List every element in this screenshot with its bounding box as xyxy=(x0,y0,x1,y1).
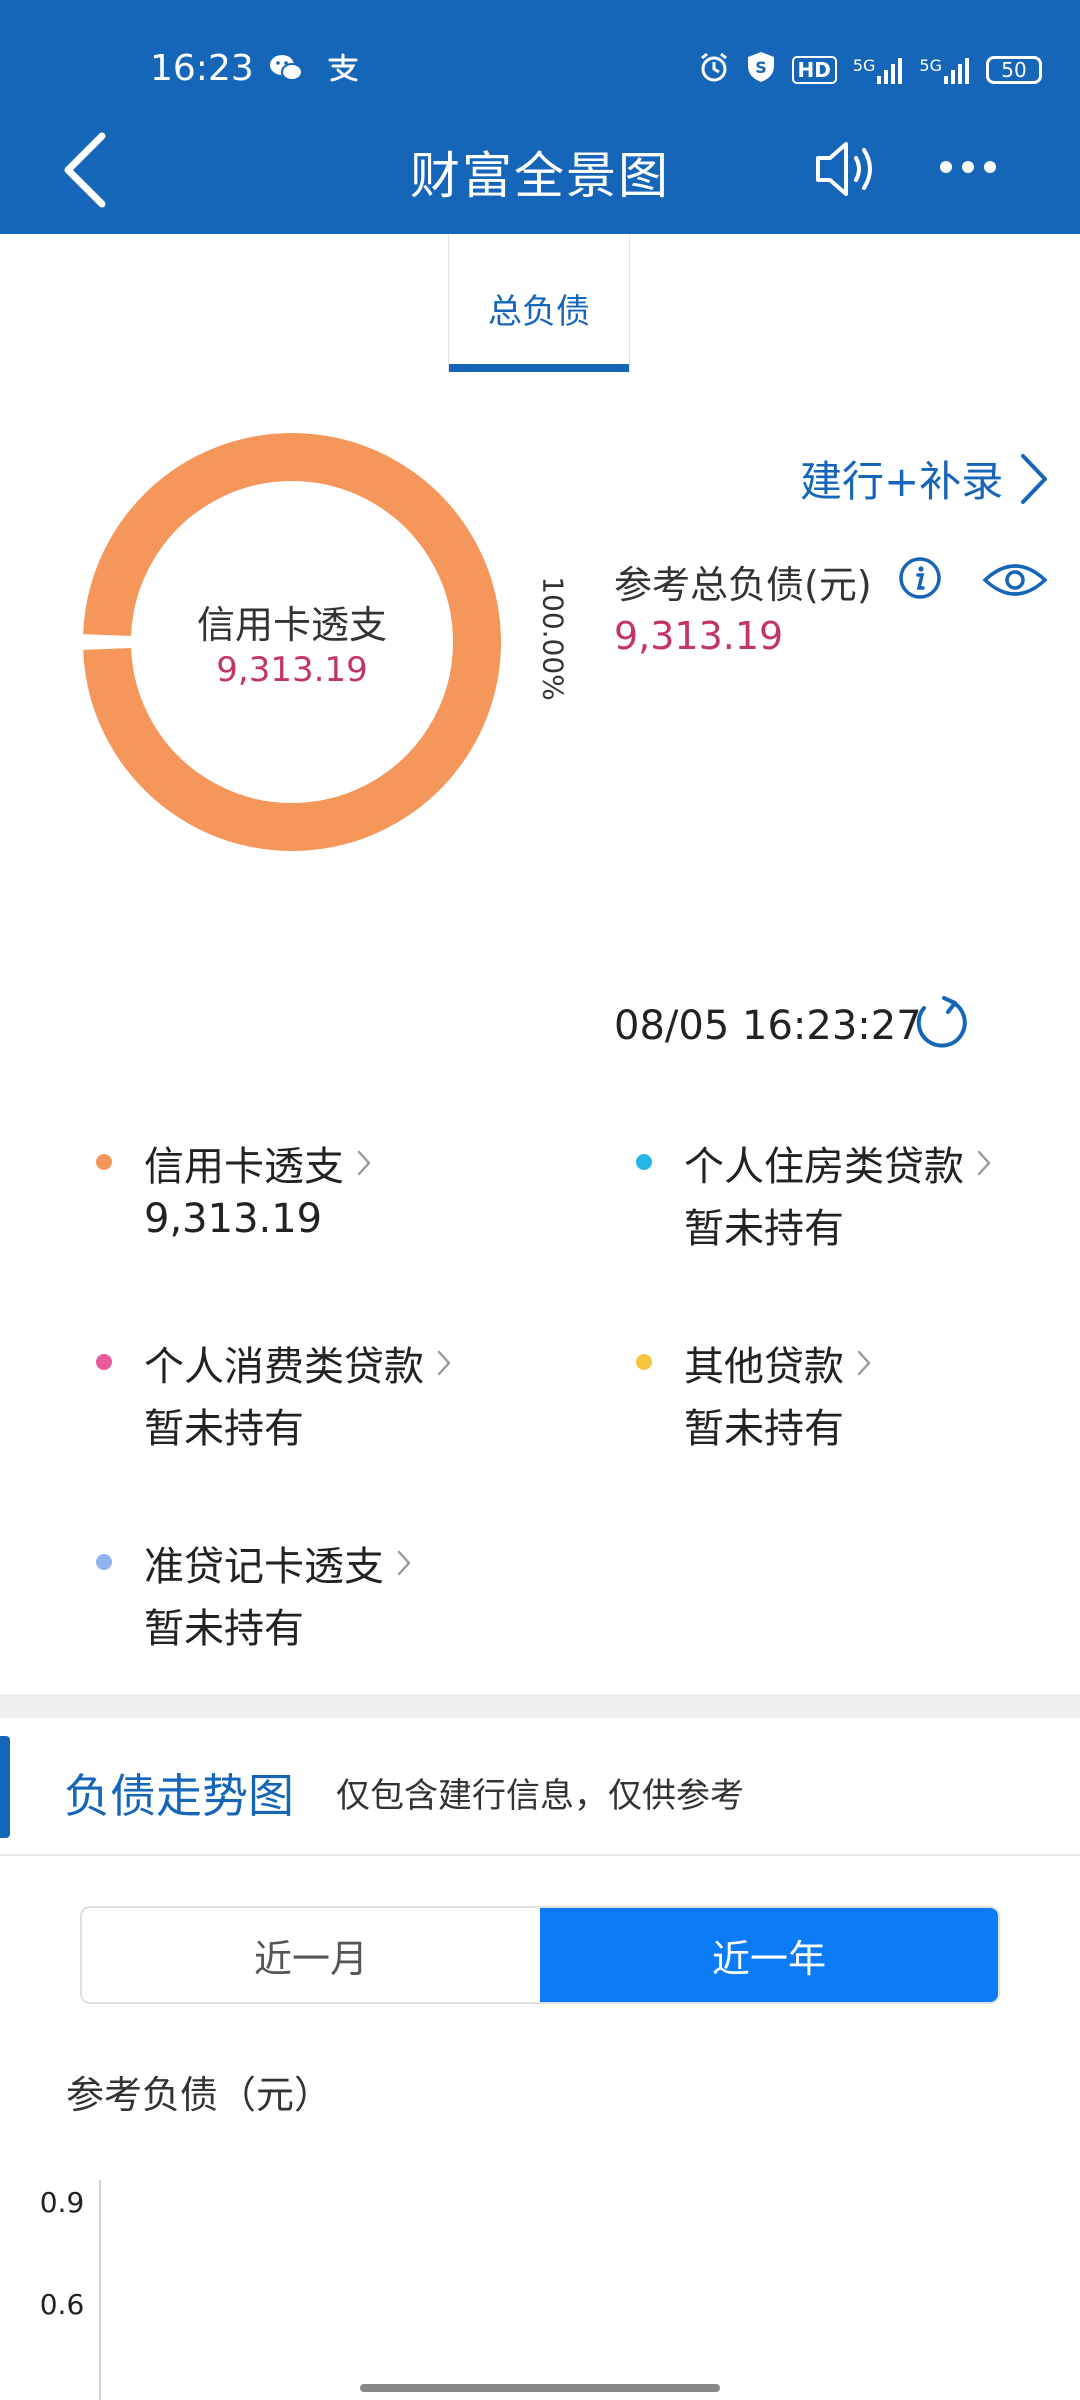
y-tick-label: 0.9 xyxy=(40,2186,85,2219)
legend-dot xyxy=(636,1354,652,1370)
supplement-link[interactable]: 建行+补录 xyxy=(800,448,1051,509)
chevron-right-icon xyxy=(397,1550,411,1576)
hd-icon: HD xyxy=(791,56,837,84)
category-value: 暂未持有 xyxy=(144,1606,304,1652)
category-name: 信用卡透支 xyxy=(144,1134,372,1192)
tab-indicator xyxy=(449,364,629,372)
shield-icon: S xyxy=(746,50,776,90)
category-value: 暂未持有 xyxy=(144,1406,304,1452)
donut-percent-label: 100.00% xyxy=(536,576,570,701)
eye-icon[interactable] xyxy=(982,560,1048,600)
speaker-icon xyxy=(816,142,872,196)
dot-icon xyxy=(984,161,996,173)
category-value: 暂未持有 xyxy=(684,1206,844,1252)
period-option-year[interactable]: 近一年 xyxy=(540,1908,998,2002)
category-name-text: 准贷记卡透支 xyxy=(144,1544,384,1590)
signal-5g-icon: 5G xyxy=(919,56,970,84)
update-timestamp: 08/05 16:23:27 xyxy=(614,1003,922,1049)
page-title: 财富全景图 xyxy=(410,147,670,205)
legend-dot xyxy=(636,1154,652,1170)
divider xyxy=(0,1854,1080,1856)
dot-icon xyxy=(940,161,952,173)
tab-total-liabilities[interactable]: 总负债 xyxy=(448,234,630,372)
chevron-right-icon xyxy=(1021,453,1048,504)
category-name-text: 信用卡透支 xyxy=(144,1144,344,1190)
period-option-month[interactable]: 近一月 xyxy=(82,1908,540,2002)
chevron-right-icon xyxy=(357,1150,371,1176)
signal-5g-icon: 5G xyxy=(853,56,904,84)
donut-center-value: 9,313.19 xyxy=(216,650,368,690)
trend-title: 负债走势图 xyxy=(64,1769,294,1823)
status-time: 16:23 xyxy=(150,48,254,89)
status-indicators: S HD 5G 5G 50 xyxy=(698,50,1042,90)
alipay-icon xyxy=(326,52,360,92)
category-value: 暂未持有 xyxy=(684,1406,844,1452)
y-tick-label: 0.6 xyxy=(40,2288,85,2321)
total-liabilities-value: 9,313.19 xyxy=(614,614,784,658)
more-button[interactable] xyxy=(940,150,1000,184)
chevron-right-icon xyxy=(437,1350,451,1376)
info-icon[interactable] xyxy=(898,556,942,600)
trend-chart: 0.9 0.6 xyxy=(40,2180,101,2400)
status-app-icons xyxy=(268,52,360,92)
donut-center-label: 信用卡透支 xyxy=(196,603,387,647)
svg-text:S: S xyxy=(755,58,767,77)
category-name: 准贷记卡透支 xyxy=(144,1534,412,1592)
refresh-icon[interactable] xyxy=(912,994,970,1052)
category-name-text: 其他贷款 xyxy=(684,1344,844,1390)
category-name: 个人消费类贷款 xyxy=(144,1334,452,1392)
period-selector: 近一月 近一年 xyxy=(80,1906,1000,2004)
total-liabilities-label: 参考总负债(元) xyxy=(614,563,872,607)
app-header: 16:23 S HD 5G 5G 50 财富全景图 xyxy=(0,0,1080,234)
wechat-icon xyxy=(268,52,304,92)
alarm-icon xyxy=(698,51,730,89)
legend-dot xyxy=(96,1554,112,1570)
section-divider xyxy=(0,1694,1080,1718)
section-accent xyxy=(0,1736,10,1838)
trend-note: 仅包含建行信息，仅供参考 xyxy=(336,1776,744,1816)
category-value: 9,313.19 xyxy=(144,1196,323,1242)
category-name-text: 个人住房类贷款 xyxy=(684,1144,964,1190)
speaker-button[interactable] xyxy=(812,132,886,206)
supplement-link-label: 建行+补录 xyxy=(800,457,1004,506)
legend-dot xyxy=(96,1354,112,1370)
tab-label: 总负债 xyxy=(488,292,590,332)
dot-icon xyxy=(962,161,974,173)
category-name: 其他贷款 xyxy=(684,1334,872,1392)
chevron-right-icon xyxy=(977,1150,991,1176)
category-name: 个人住房类贷款 xyxy=(684,1134,992,1192)
legend-dot xyxy=(96,1154,112,1170)
home-indicator[interactable] xyxy=(360,2384,720,2392)
chart-y-title: 参考负债（元） xyxy=(66,2073,333,2117)
category-name-text: 个人消费类贷款 xyxy=(144,1344,424,1390)
chevron-right-icon xyxy=(857,1350,871,1376)
battery-icon: 50 xyxy=(986,56,1042,84)
